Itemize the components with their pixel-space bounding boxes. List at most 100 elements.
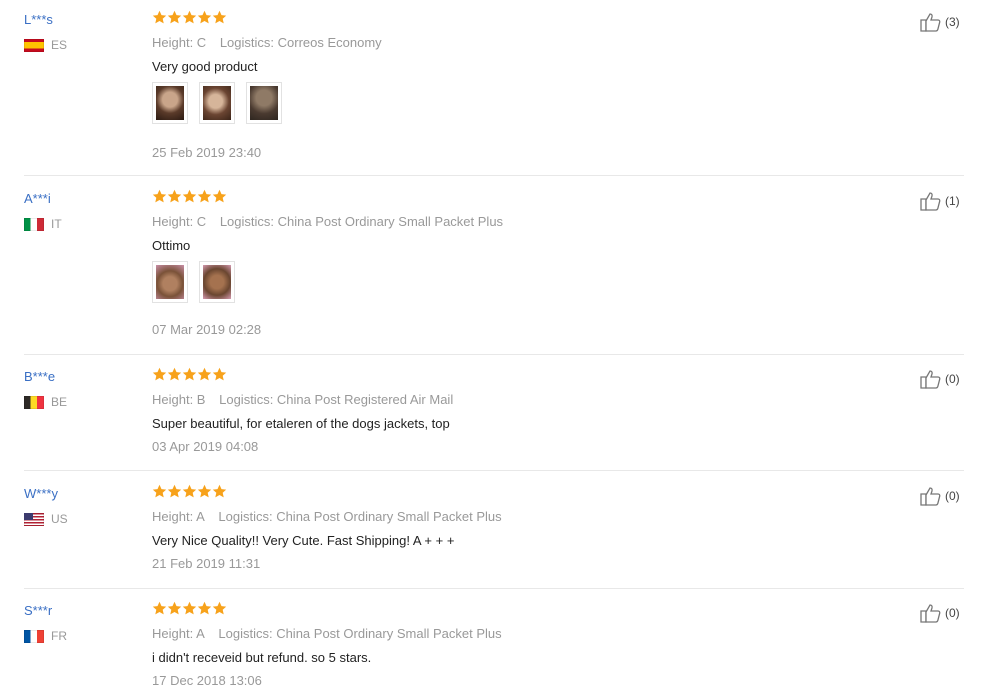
star-icon xyxy=(152,367,167,381)
height-info: Height: B xyxy=(152,392,206,407)
logistics-info: Logistics: Correos Economy xyxy=(219,35,382,50)
country-code: US xyxy=(51,512,68,526)
review-photo[interactable] xyxy=(152,261,188,303)
star-icon xyxy=(152,189,167,203)
review-text: Very good product xyxy=(152,59,258,74)
review-meta: Height: A Logistics: China Post Ordinary… xyxy=(152,509,502,524)
height-info: Height: C xyxy=(152,214,207,229)
thumbs-up-icon xyxy=(920,604,941,623)
helpful-button[interactable]: (3) xyxy=(920,12,960,32)
logistics-info: Logistics: China Post Ordinary Small Pac… xyxy=(218,626,502,641)
star-icon xyxy=(182,601,197,615)
flag-us-icon xyxy=(24,512,44,526)
review-photos xyxy=(152,261,246,303)
review-text: Very Nice Quality!! Very Cute. Fast Ship… xyxy=(152,533,455,548)
reviewer-name[interactable]: S***r xyxy=(24,603,52,618)
height-info: Height: A xyxy=(152,626,205,641)
height-info: Height: C xyxy=(152,35,207,50)
reviewer-name[interactable]: B***e xyxy=(24,369,55,384)
divider xyxy=(24,588,964,589)
review-meta: Height: C Logistics: Correos Economy xyxy=(152,35,382,50)
logistics-info: Logistics: China Post Ordinary Small Pac… xyxy=(219,214,504,229)
logistics-info: Logistics: China Post Ordinary Small Pac… xyxy=(218,509,502,524)
divider xyxy=(24,354,964,355)
flag-be-icon xyxy=(24,395,44,409)
review-date: 17 Dec 2018 13:06 xyxy=(152,673,262,688)
star-icon xyxy=(212,601,227,615)
star-rating xyxy=(152,367,227,382)
helpful-count: (0) xyxy=(945,606,960,620)
star-icon xyxy=(212,367,227,381)
star-icon xyxy=(167,601,182,615)
review-photo[interactable] xyxy=(246,82,282,124)
review-date: 03 Apr 2019 04:08 xyxy=(152,439,259,454)
logistics-info: Logistics: China Post Registered Air Mai… xyxy=(219,392,454,407)
helpful-count: (3) xyxy=(945,15,960,29)
reviewer-country: IT xyxy=(24,217,62,231)
reviewer-country: US xyxy=(24,512,68,526)
height-info: Height: A xyxy=(152,509,205,524)
reviewer-name[interactable]: W***y xyxy=(24,486,58,501)
review-photos xyxy=(152,82,293,124)
star-icon xyxy=(182,189,197,203)
review-text: i didn't receveid but refund. so 5 stars… xyxy=(152,650,372,665)
star-icon xyxy=(182,484,197,498)
star-rating xyxy=(152,189,227,204)
review-item: A***i IT Height: C Logistics: China Post… xyxy=(0,179,1000,355)
star-icon xyxy=(182,10,197,24)
star-icon xyxy=(152,484,167,498)
flag-it-icon xyxy=(24,217,44,231)
review-item: S***r FR Height: A Logistics: China Post… xyxy=(0,591,1000,694)
star-rating xyxy=(152,484,227,499)
star-icon xyxy=(167,367,182,381)
helpful-count: (1) xyxy=(945,194,960,208)
review-meta: Height: C Logistics: China Post Ordinary… xyxy=(152,214,503,229)
star-icon xyxy=(152,601,167,615)
review-item: W***y US Height: A Logistics: China Post… xyxy=(0,474,1000,590)
star-icon xyxy=(197,189,212,203)
review-date: 07 Mar 2019 02:28 xyxy=(152,322,262,337)
helpful-button[interactable]: (0) xyxy=(920,486,960,506)
review-meta: Height: B Logistics: China Post Register… xyxy=(152,392,453,407)
review-photo[interactable] xyxy=(152,82,188,124)
flag-fr-icon xyxy=(24,629,44,643)
review-photo[interactable] xyxy=(199,261,235,303)
reviewer-name[interactable]: L***s xyxy=(24,12,53,27)
reviewer-country: ES xyxy=(24,38,67,52)
country-code: IT xyxy=(51,217,62,231)
star-icon xyxy=(212,10,227,24)
star-rating xyxy=(152,601,227,616)
star-icon xyxy=(212,484,227,498)
helpful-count: (0) xyxy=(945,372,960,386)
reviewer-country: BE xyxy=(24,395,67,409)
thumbs-up-icon xyxy=(920,192,941,211)
star-icon xyxy=(167,189,182,203)
helpful-button[interactable]: (0) xyxy=(920,603,960,623)
helpful-button[interactable]: (0) xyxy=(920,369,960,389)
country-code: FR xyxy=(51,629,67,643)
star-icon xyxy=(212,189,227,203)
divider xyxy=(24,470,964,471)
helpful-button[interactable]: (1) xyxy=(920,191,960,211)
review-date: 25 Feb 2019 23:40 xyxy=(152,145,262,160)
review-item: L***s ES Height: C Logistics: Correos Ec… xyxy=(0,0,1000,176)
review-item: B***e BE Height: B Logistics: China Post… xyxy=(0,357,1000,473)
review-text: Super beautiful, for etaleren of the dog… xyxy=(152,416,450,431)
review-date: 21 Feb 2019 11:31 xyxy=(152,556,261,571)
flag-es-icon xyxy=(24,38,44,52)
helpful-count: (0) xyxy=(945,489,960,503)
country-code: BE xyxy=(51,395,68,409)
review-text: Ottimo xyxy=(152,238,191,253)
reviewer-country: FR xyxy=(24,629,67,643)
star-icon xyxy=(197,367,212,381)
star-icon xyxy=(167,484,182,498)
reviewer-name[interactable]: A***i xyxy=(24,191,51,206)
star-icon xyxy=(182,367,197,381)
star-icon xyxy=(197,484,212,498)
thumbs-up-icon xyxy=(920,370,941,389)
review-photo[interactable] xyxy=(199,82,235,124)
thumbs-up-icon xyxy=(920,13,941,32)
divider xyxy=(24,175,964,176)
country-code: ES xyxy=(51,38,68,52)
review-meta: Height: A Logistics: China Post Ordinary… xyxy=(152,626,502,641)
